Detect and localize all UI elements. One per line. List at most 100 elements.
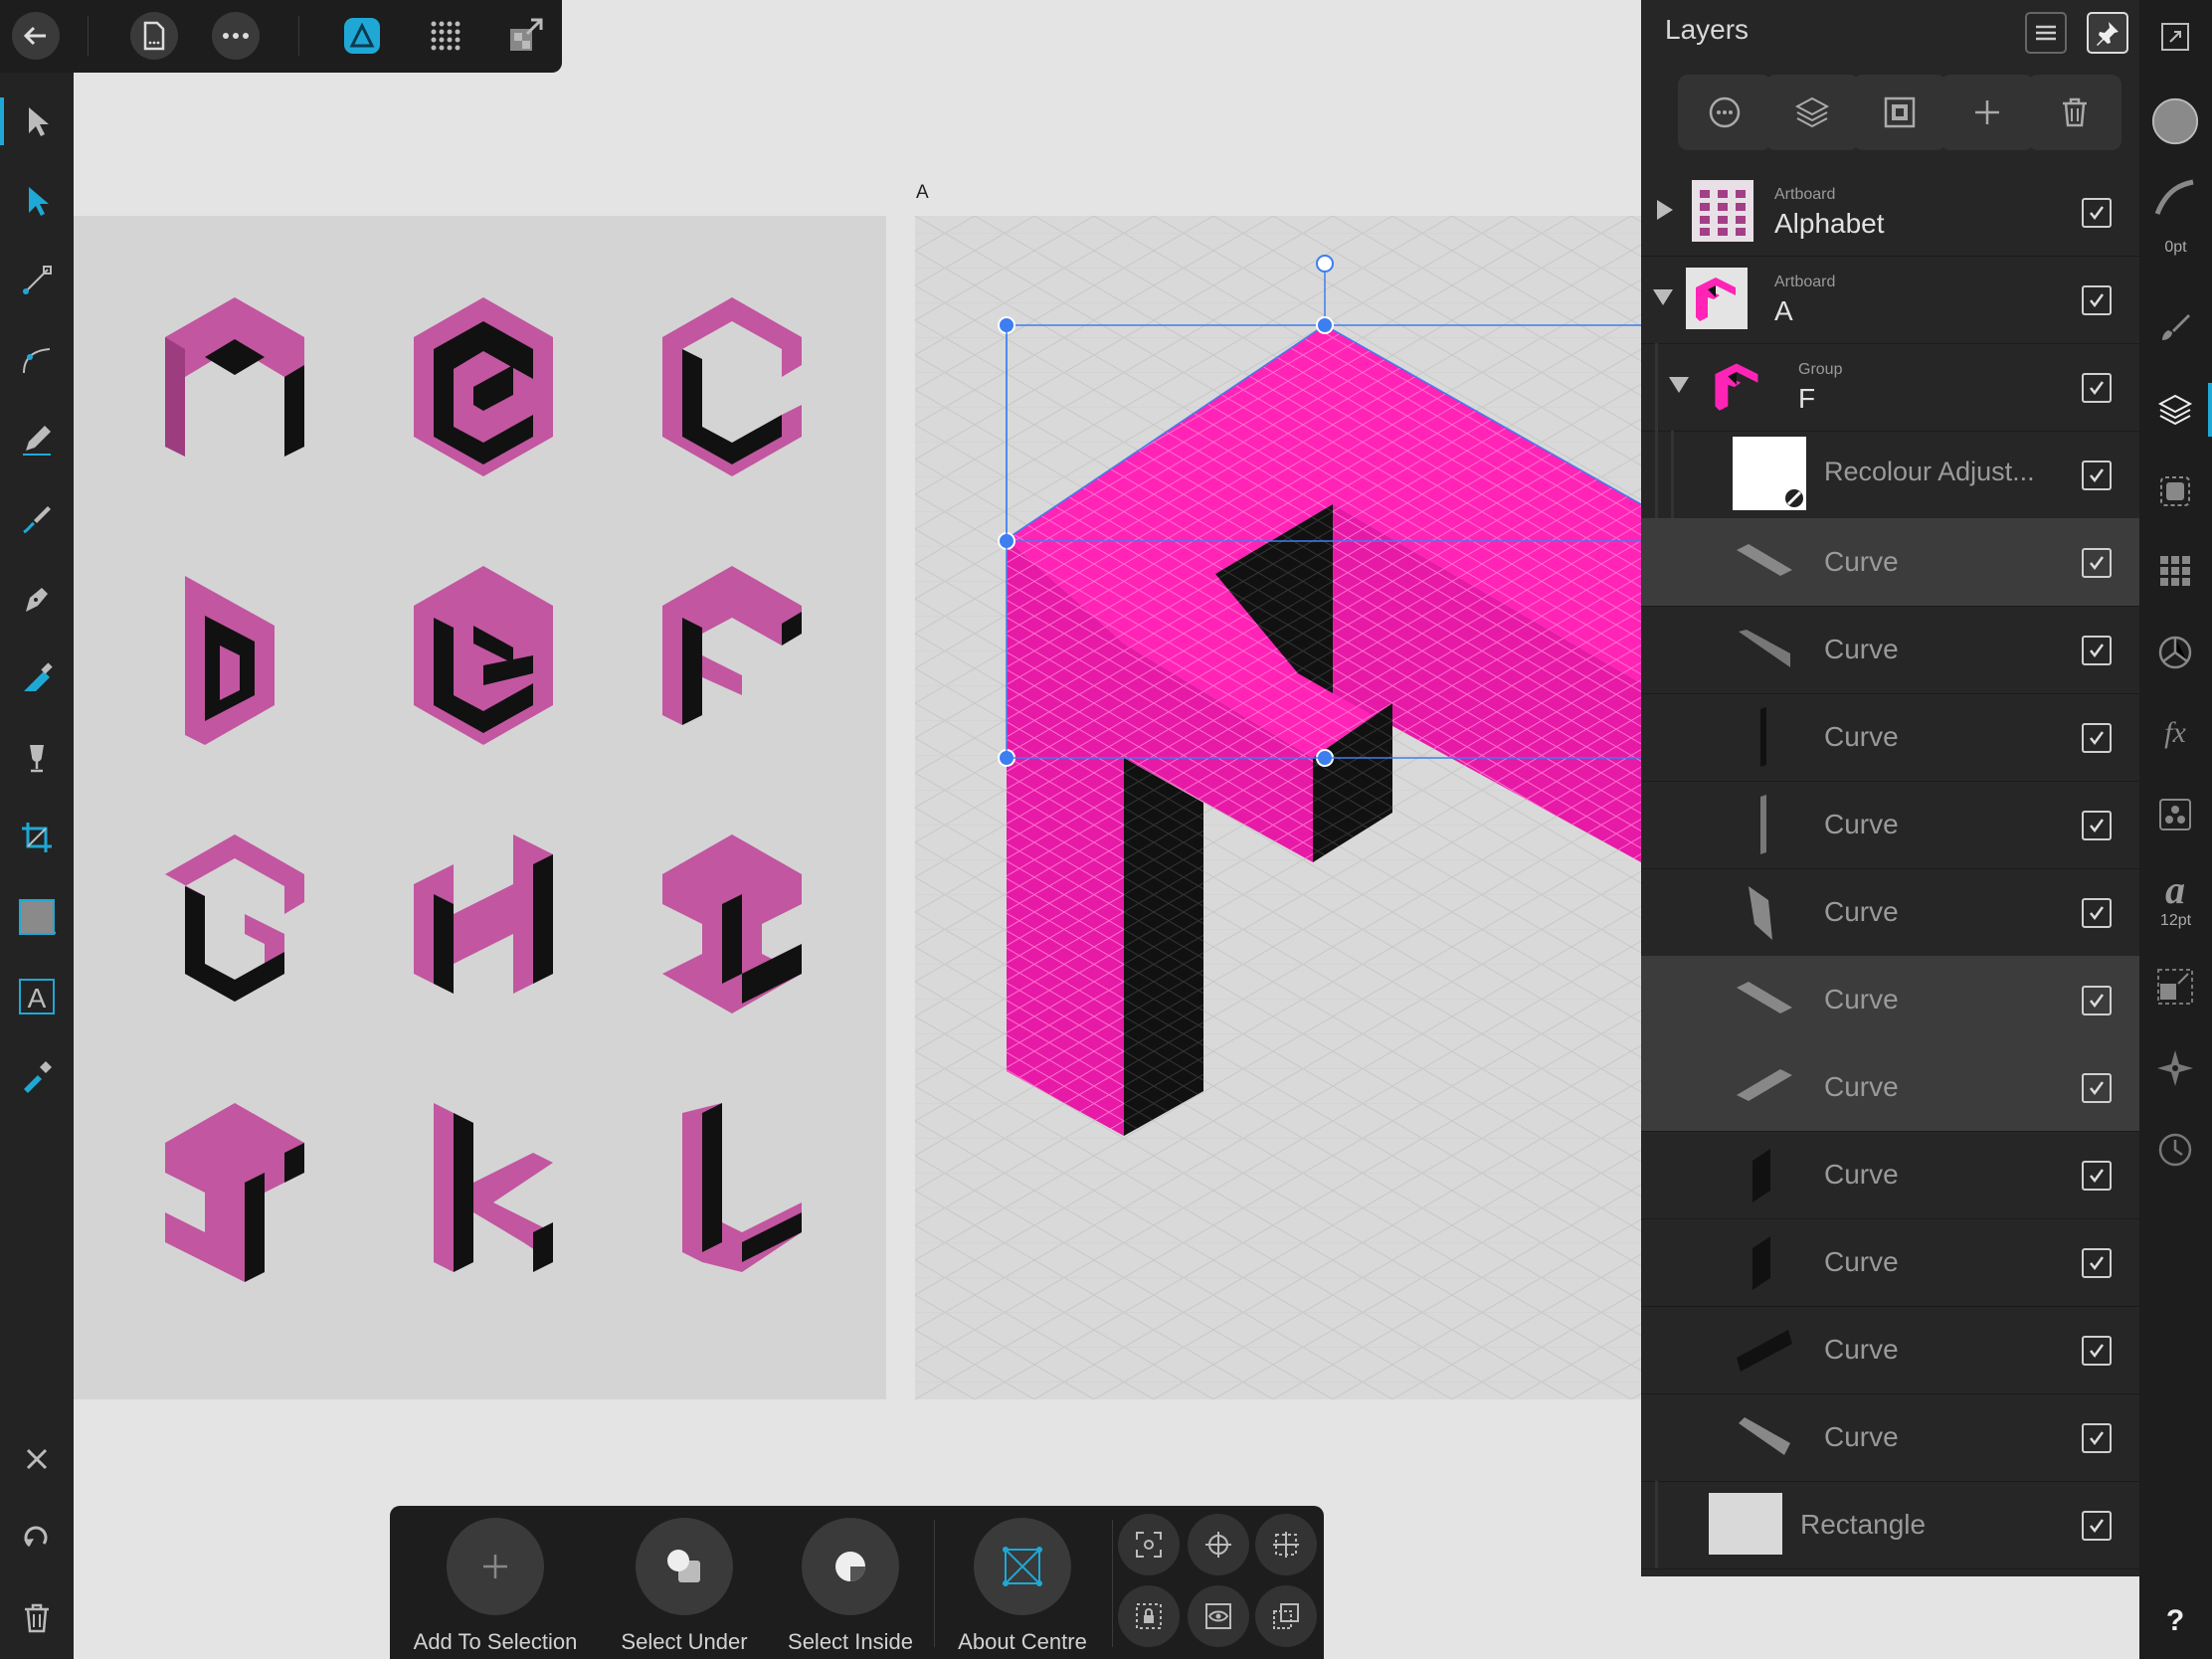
- panel-menu-button[interactable]: [2025, 12, 2067, 54]
- pen-tool[interactable]: [13, 575, 61, 623]
- help-button[interactable]: ?: [2151, 1597, 2199, 1645]
- styles-button[interactable]: [2151, 791, 2199, 838]
- snap-centre-button[interactable]: [1255, 1514, 1317, 1575]
- visibility-checkbox[interactable]: [2082, 986, 2112, 1015]
- pixel-persona-button[interactable]: [422, 12, 469, 60]
- layer-name: Curve: [1824, 809, 1899, 839]
- layer-row-artboard-a[interactable]: Artboard A: [1641, 256, 2139, 344]
- text-styles-button[interactable]: a: [2151, 865, 2199, 913]
- letter-e-glyph: [414, 566, 553, 745]
- swatches-button[interactable]: [2151, 547, 2199, 595]
- snap-option-button[interactable]: [1118, 1514, 1180, 1575]
- layer-row-curve[interactable]: Curve: [1641, 1306, 2139, 1394]
- curve-shape-icon: [1737, 1330, 1792, 1372]
- node-tool[interactable]: [13, 177, 61, 225]
- transform-origin-button[interactable]: [1255, 1585, 1317, 1647]
- color-wheel-button[interactable]: [2151, 629, 2199, 676]
- export-persona-button[interactable]: [502, 12, 550, 60]
- select-under-button[interactable]: [636, 1518, 733, 1615]
- add-layer-button[interactable]: [1765, 75, 1859, 150]
- layer-row-curve[interactable]: Curve: [1641, 868, 2139, 957]
- move-tool[interactable]: [13, 97, 61, 145]
- letter-l-glyph: [682, 1103, 802, 1272]
- lock-children-button[interactable]: [1118, 1585, 1180, 1647]
- collapse-triangle-icon[interactable]: [1669, 377, 1689, 393]
- visibility-checkbox[interactable]: [2082, 811, 2112, 840]
- add-pixel-layer-button[interactable]: [1853, 75, 1946, 150]
- layer-name: Curve: [1824, 1159, 1899, 1190]
- layers-studio-button[interactable]: [2151, 386, 2199, 434]
- document-button[interactable]: [130, 12, 178, 60]
- color-picker-tool[interactable]: [13, 1052, 61, 1100]
- layer-row-curve[interactable]: Curve: [1641, 693, 2139, 782]
- visibility-checkbox[interactable]: [2082, 1336, 2112, 1366]
- undo-button[interactable]: [13, 1515, 61, 1563]
- history-button[interactable]: [2151, 1126, 2199, 1174]
- fill-tool-icon: [24, 662, 53, 691]
- designer-persona-button[interactable]: [338, 12, 386, 60]
- visibility-checkbox[interactable]: [2082, 198, 2112, 228]
- add-button[interactable]: [1940, 75, 2034, 150]
- layer-row-curve[interactable]: Curve: [1641, 1393, 2139, 1482]
- visibility-checkbox[interactable]: [2082, 723, 2112, 753]
- layer-row-group-f[interactable]: Group F: [1641, 343, 2139, 432]
- back-button[interactable]: [12, 12, 60, 60]
- crop-tool[interactable]: [13, 814, 61, 861]
- export-persona-icon: [510, 18, 543, 51]
- show-hidden-button[interactable]: [1188, 1585, 1249, 1647]
- layer-row-artboard-alphabet[interactable]: Artboard Alphabet: [1641, 168, 2139, 257]
- visibility-checkbox[interactable]: [2082, 461, 2112, 490]
- full-screen-button[interactable]: [2151, 13, 2199, 61]
- artboard-a[interactable]: [915, 216, 1641, 1399]
- transparency-tool[interactable]: [13, 734, 61, 782]
- pin-panel-button[interactable]: [2087, 12, 2128, 54]
- layer-row-curve[interactable]: Curve: [1641, 781, 2139, 869]
- brushes-button[interactable]: [2151, 303, 2199, 351]
- layer-row-recolour-adjustment[interactable]: Recolour Adjust...: [1641, 431, 2139, 519]
- delete-button[interactable]: [13, 1594, 61, 1642]
- visibility-checkbox[interactable]: [2082, 1073, 2112, 1103]
- pencil-tool[interactable]: [13, 416, 61, 463]
- visibility-checkbox[interactable]: [2082, 1511, 2112, 1541]
- delete-layer-button[interactable]: [2028, 75, 2121, 150]
- visibility-checkbox[interactable]: [2082, 1161, 2112, 1191]
- effects-button[interactable]: fx: [2151, 709, 2199, 757]
- layer-row-rectangle[interactable]: Rectangle: [1641, 1481, 2139, 1569]
- appearance-button[interactable]: [2151, 467, 2199, 515]
- artistic-text-tool[interactable]: A: [13, 973, 61, 1020]
- layer-row-curve[interactable]: Curve: [1641, 956, 2139, 1044]
- artboard-alphabet[interactable]: [74, 216, 886, 1399]
- close-button[interactable]: [13, 1435, 61, 1483]
- collapse-triangle-icon[interactable]: [1653, 289, 1673, 305]
- layer-options-button[interactable]: [1678, 75, 1771, 150]
- more-button[interactable]: [212, 12, 260, 60]
- visibility-checkbox[interactable]: [2082, 1423, 2112, 1453]
- visibility-checkbox[interactable]: [2082, 1248, 2112, 1278]
- color-swatch-button[interactable]: [2151, 97, 2199, 145]
- stroke-button[interactable]: [2151, 174, 2199, 222]
- adjustment-icon: [1783, 487, 1805, 509]
- corner-icon: [23, 348, 51, 374]
- layer-row-curve[interactable]: Curve: [1641, 1218, 2139, 1307]
- visibility-checkbox[interactable]: [2082, 285, 2112, 315]
- select-inside-button[interactable]: [802, 1518, 899, 1615]
- navigator-button[interactable]: [2151, 1044, 2199, 1092]
- layer-row-curve[interactable]: Curve: [1641, 1043, 2139, 1132]
- visibility-checkbox[interactable]: [2082, 636, 2112, 665]
- vector-brush-tool[interactable]: [13, 495, 61, 543]
- layer-row-curve[interactable]: Curve: [1641, 1131, 2139, 1219]
- rectangle-tool[interactable]: [13, 893, 61, 941]
- transform-button[interactable]: [2151, 963, 2199, 1011]
- visibility-checkbox[interactable]: [2082, 548, 2112, 578]
- add-to-selection-button[interactable]: [447, 1518, 544, 1615]
- visibility-checkbox[interactable]: [2082, 898, 2112, 928]
- visibility-checkbox[interactable]: [2082, 373, 2112, 403]
- point-transform-tool[interactable]: [13, 257, 61, 304]
- fill-tool[interactable]: [13, 654, 61, 702]
- corner-tool[interactable]: [13, 336, 61, 384]
- expand-triangle-icon[interactable]: [1657, 200, 1673, 220]
- about-centre-button[interactable]: [974, 1518, 1071, 1615]
- layer-row-curve[interactable]: Curve: [1641, 518, 2139, 607]
- snap-crosshair-button[interactable]: [1188, 1514, 1249, 1575]
- layer-row-curve[interactable]: Curve: [1641, 606, 2139, 694]
